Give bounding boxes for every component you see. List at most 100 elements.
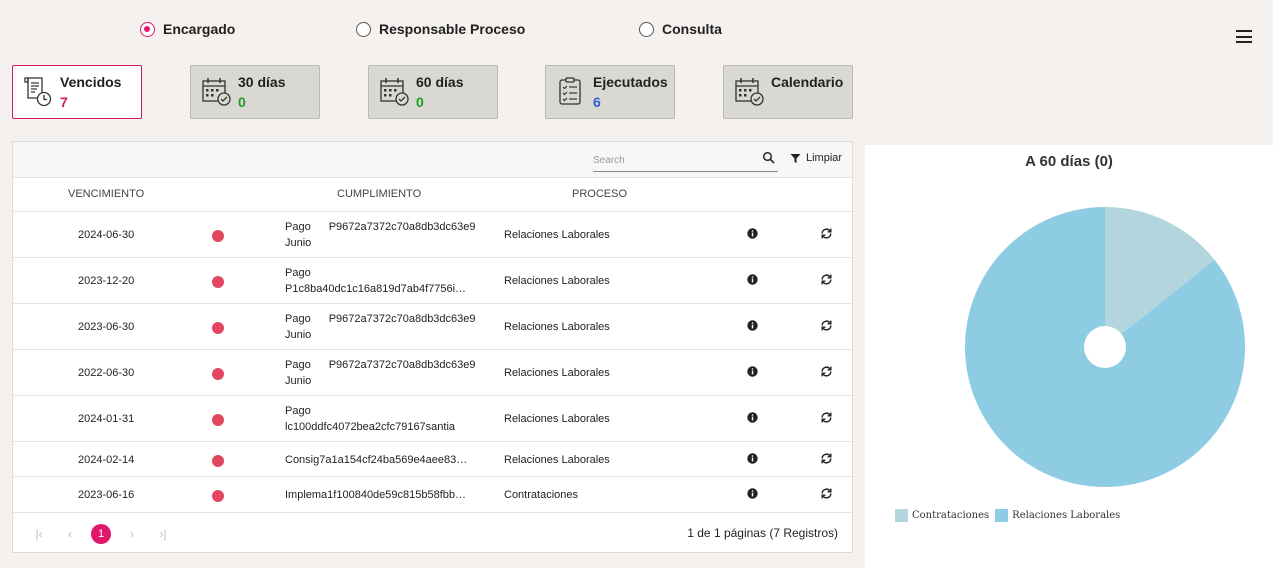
table-toolbar: Limpiar [13,142,852,178]
chart-legend: Contrataciones Relaciones Laborales [895,509,1126,522]
cell-proceso: Relaciones Laborales [504,275,610,287]
cell-cumplimiento: Consig7a1a154cf24ba569e4aee837a... [285,453,471,466]
legend-label: Contrataciones [912,510,990,521]
table-row[interactable]: 2024-06-30 Pago P9672a7372c70a8db3dc63e9 Ju… [13,212,852,258]
info-icon[interactable] [747,412,758,423]
table-row[interactable]: 2023-06-16 Implema1f100840de59c815b58fbb8… [13,477,852,513]
radio-label: Consulta [662,21,722,37]
filter-icon [790,153,801,163]
table-row[interactable]: 2024-02-14 Consig7a1a154cf24ba569e4aee837… [13,442,852,477]
sync-icon[interactable] [820,452,833,465]
card-vencidos[interactable]: Vencidos 7 [12,65,142,119]
radio-consulta[interactable]: Consulta [639,21,722,37]
status-indicator [212,454,224,467]
table-row[interactable]: 2023-06-30 Pago P9672a7372c70a8db3dc63e9 Ju… [13,304,852,350]
first-page-button[interactable]: |‹ [29,524,49,544]
card-calendario[interactable]: Calendario [723,65,853,119]
radio-dot [140,21,155,37]
cell-cumplimiento: Pago P9672a7372c70a8db3dc63e9 Junio [285,359,476,387]
cell-cumplimiento: Pago P1c8ba40dc1c16a819d7ab4f7756iem... [285,267,471,295]
pagination: |‹ ‹ 1 › ›| 1 de 1 páginas (7 Registros) [13,514,852,554]
column-header-vencimiento[interactable]: VENCIMIENTO [68,188,144,200]
card-title: 30 días [238,74,286,90]
cell-cumplimiento: Pago lc100ddfc4072bea2cfc79167santia [285,405,456,433]
cell-cumplimiento: Pago P9672a7372c70a8db3dc63e9 Junio [285,221,476,249]
card-count: 0 [416,94,424,110]
table-row[interactable]: 2023-12-20 Pago P1c8ba40dc1c16a819d7ab4f77… [13,258,852,304]
legend-swatch [895,509,908,522]
card-title: Calendario [771,74,844,90]
sync-icon[interactable] [820,365,833,378]
legend-item[interactable]: Contrataciones [895,509,989,522]
next-page-button[interactable]: › [122,524,142,544]
info-icon[interactable] [747,228,758,239]
card-30-dias[interactable]: 30 días 0 [190,65,320,119]
info-icon[interactable] [747,488,758,499]
sync-icon[interactable] [820,273,833,286]
radio-dot [639,21,654,37]
page-button-current[interactable]: 1 [91,524,111,544]
cell-cumplimiento: Implema1f100840de59c815b58fbb89... [285,489,471,501]
cell-vencimiento: 2023-06-16 [78,489,135,501]
sync-icon[interactable] [820,411,833,424]
column-header-proceso[interactable]: PROCESO [572,188,627,200]
cell-proceso: Relaciones Laborales [504,413,610,425]
status-indicator [212,414,224,426]
status-indicator [212,322,224,334]
last-page-button[interactable]: ›| [153,524,173,544]
pie-center-hole [1084,326,1126,368]
role-filter-group: Encargado Responsable Proceso Consulta [140,21,840,41]
pagination-summary: 1 de 1 páginas (7 Registros) [687,526,838,540]
card-title: 60 días [416,74,464,90]
cell-proceso: Relaciones Laborales [504,229,610,241]
info-icon[interactable] [747,452,758,464]
cell-vencimiento: 2022-06-30 [78,367,135,379]
card-title: Vencidos [60,74,122,90]
sync-icon[interactable] [820,227,833,240]
clear-filters-button[interactable]: Limpiar [790,152,842,164]
chart-panel: A 60 días (0) Contrataciones Relaciones L… [865,145,1273,568]
sync-icon[interactable] [820,487,833,500]
chart-title: A 60 días (0) [1025,153,1113,170]
info-icon[interactable] [747,320,758,331]
status-indicator [212,230,224,242]
legend-label: Relaciones Laborales [1012,510,1121,521]
cell-vencimiento: 2023-06-30 [78,321,135,333]
column-header-cumplimiento[interactable]: CUMPLIMIENTO [337,188,421,200]
cell-vencimiento: 2023-12-20 [78,275,135,287]
card-count: 6 [593,94,601,110]
search-box [593,150,778,172]
sync-icon[interactable] [820,319,833,332]
radio-dot [356,21,371,37]
hamburger-menu-icon[interactable] [1236,30,1252,43]
card-count: 7 [60,94,68,110]
cell-proceso: Relaciones Laborales [504,367,610,379]
radio-encargado[interactable]: Encargado [140,21,235,37]
card-count: 0 [238,94,246,110]
table-row[interactable]: 2022-06-30 Pago P9672a7372c70a8db3dc63e9 Ju… [13,350,852,396]
calendar-check-icon [380,78,409,106]
radio-label: Encargado [163,21,236,37]
cell-cumplimiento: Pago P9672a7372c70a8db3dc63e9 Junio [285,313,476,341]
legend-item[interactable]: Relaciones Laborales [995,509,1120,522]
info-icon[interactable] [747,366,758,377]
calendar-check-icon [735,78,764,106]
radio-label: Responsable Proceso [379,21,526,37]
cell-vencimiento: 2024-02-14 [78,453,135,466]
search-input[interactable] [593,150,753,171]
search-icon[interactable] [762,151,776,165]
previous-page-button[interactable]: ‹ [60,524,80,544]
cell-vencimiento: 2024-06-30 [78,229,135,241]
radio-responsable-proceso[interactable]: Responsable Proceso [356,21,525,37]
info-icon[interactable] [747,274,758,285]
status-indicator [212,276,224,288]
clipboard-checklist-icon [559,77,581,105]
cell-proceso: Contrataciones [504,489,578,501]
cell-vencimiento: 2024-01-31 [78,413,135,425]
card-ejecutados[interactable]: Ejecutados 6 [545,65,675,119]
card-60-dias[interactable]: 60 días 0 [368,65,498,119]
table-header: VENCIMIENTO CUMPLIMIENTO PROCESO [13,178,852,212]
pie-chart [965,207,1245,487]
table-row[interactable]: 2024-01-31 Pago lc100ddfc4072bea2cfc79167s… [13,396,852,442]
clear-filters-label: Limpiar [806,152,843,164]
